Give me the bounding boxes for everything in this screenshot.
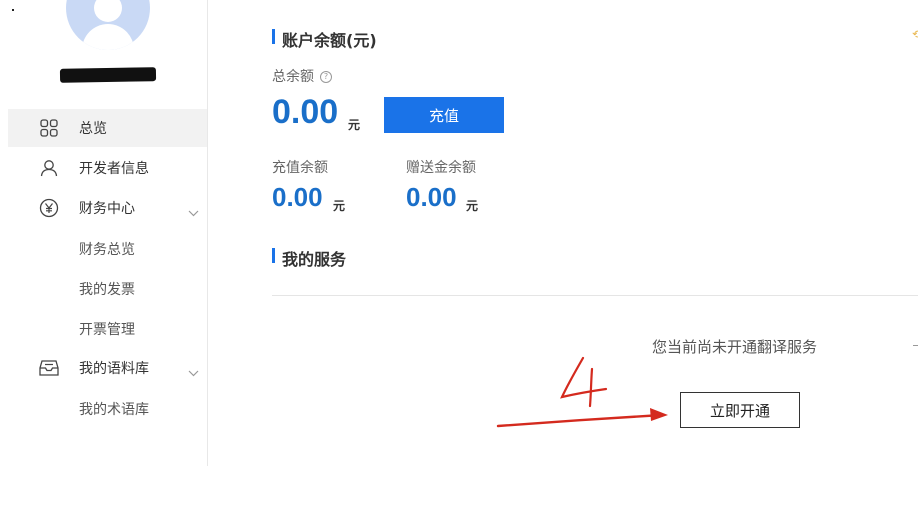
sidebar-item-label: 总览	[79, 121, 107, 137]
sidebar-item-label: 我的语料库	[79, 361, 149, 377]
open-service-button[interactable]: 立即开通	[680, 392, 800, 428]
sidebar-item-finance-center[interactable]: 财务中心	[8, 189, 207, 227]
sidebar-subitem-my-invoices[interactable]: 我的发票	[79, 279, 135, 299]
gift-balance-unit: 元	[466, 199, 479, 213]
total-balance-unit: 元	[348, 118, 361, 132]
gift-balance-label: 赠送金余额	[406, 160, 476, 176]
grid-icon	[38, 117, 60, 139]
chevron-down-icon	[188, 362, 199, 381]
handwritten-number-four	[560, 356, 608, 408]
balance-section-title: 账户余额(元)	[272, 27, 377, 51]
gift-balance-value: 0.00	[406, 182, 457, 212]
inbox-icon	[38, 357, 60, 379]
sidebar-item-overview[interactable]: 总览	[8, 109, 207, 147]
sidebar: 总览 开发者信息 财务中心 财务总览 我的发票 开票管理 我的语料库 我的术语库	[0, 0, 208, 466]
sidebar-item-label: 开发者信息	[79, 161, 149, 177]
yen-icon	[38, 197, 60, 219]
sidebar-item-my-corpus[interactable]: 我的语料库	[8, 349, 207, 387]
page: 总览 开发者信息 财务中心 财务总览 我的发票 开票管理 我的语料库 我的术语库…	[0, 0, 918, 508]
recharge-balance-value: 0.00	[272, 182, 323, 212]
avatar[interactable]	[66, 0, 150, 50]
sidebar-subitem-my-termbase[interactable]: 我的术语库	[79, 399, 149, 419]
avatar-head	[94, 0, 122, 22]
total-balance-label: 总余额	[272, 69, 314, 85]
sidebar-item-developer-info[interactable]: 开发者信息	[8, 149, 207, 187]
sidebar-subitem-invoice-management[interactable]: 开票管理	[79, 319, 135, 339]
divider	[272, 295, 918, 296]
edge-icon: ⟲	[912, 28, 918, 41]
chevron-down-icon	[188, 202, 199, 221]
sidebar-subitem-finance-overview[interactable]: 财务总览	[79, 239, 135, 259]
recharge-balance-label: 充值余额	[272, 160, 328, 176]
arrow-annotation	[496, 408, 668, 428]
sidebar-item-label: 财务中心	[79, 201, 135, 217]
recharge-balance-unit: 元	[333, 199, 346, 213]
services-section-title: 我的服务	[272, 246, 346, 270]
help-icon[interactable]: ?	[320, 71, 332, 83]
user-icon	[38, 157, 60, 179]
avatar-body	[82, 24, 134, 50]
edge-divider	[913, 345, 918, 346]
username-redacted	[59, 67, 157, 83]
total-balance-value: 0.00	[272, 93, 339, 131]
recharge-button[interactable]: 充值	[384, 97, 504, 133]
empty-services-message: 您当前尚未开通翻译服务	[652, 338, 818, 356]
total-balance-label-wrap: 总余额?	[272, 66, 332, 86]
